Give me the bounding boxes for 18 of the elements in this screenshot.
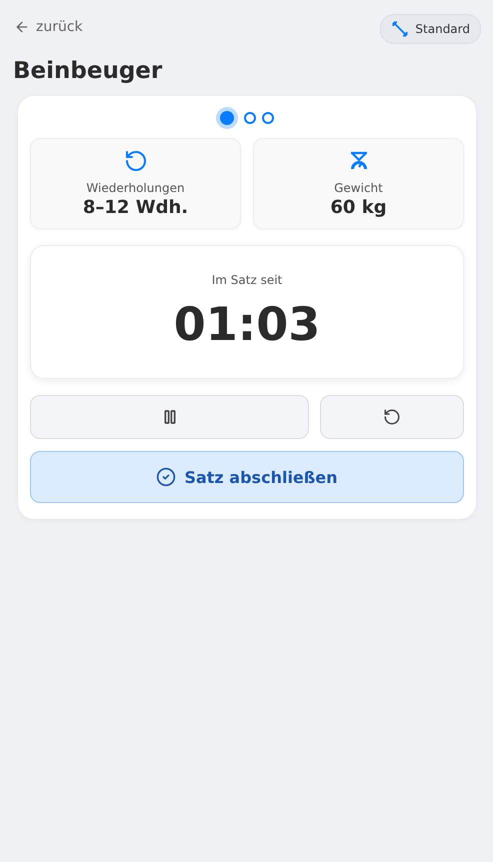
stat-value: 60 kg — [330, 197, 387, 218]
complete-set-button[interactable]: Satz abschließen — [30, 451, 464, 503]
step-dot[interactable] — [262, 112, 274, 124]
back-link[interactable]: zurück — [14, 19, 83, 35]
timer-value: 01:03 — [174, 297, 320, 351]
step-dot[interactable] — [244, 112, 256, 124]
dumbbell-icon — [391, 20, 410, 38]
repeat-icon — [124, 149, 148, 173]
step-dot[interactable] — [220, 111, 234, 125]
stat-label: Wiederholungen — [86, 181, 185, 195]
stat-value: 8–12 Wdh. — [82, 197, 188, 218]
check-circle-icon — [156, 467, 176, 487]
pause-icon — [162, 409, 178, 425]
mode-button[interactable]: Standard — [380, 14, 481, 44]
reset-icon — [383, 408, 401, 426]
stat-label: Gewicht — [334, 181, 383, 195]
exercise-title: Beinbeuger — [13, 58, 164, 84]
timer-label: Im Satz seit — [212, 273, 282, 287]
